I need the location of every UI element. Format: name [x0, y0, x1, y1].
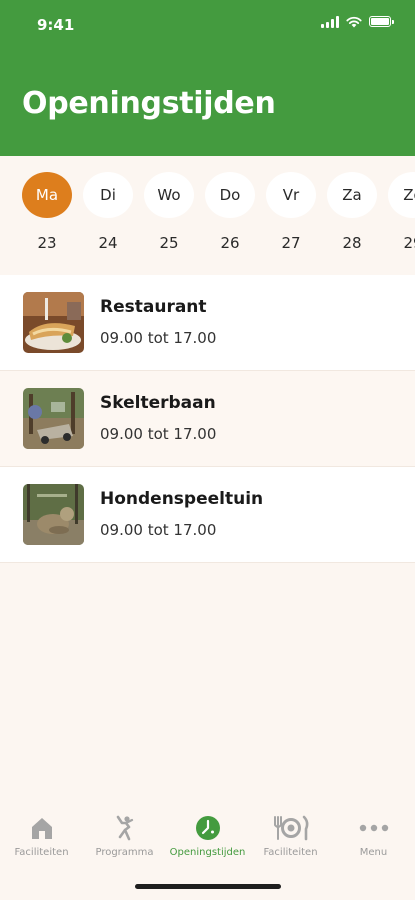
day-label: Zo: [388, 172, 415, 218]
status-time: 9:41: [37, 16, 75, 34]
app-header: 9:41 Openingstijden: [0, 0, 415, 156]
facility-name: Restaurant: [100, 297, 207, 317]
tab-label: Faciliteiten: [14, 847, 69, 858]
tab-label: Programma: [95, 847, 154, 858]
cutlery-icon: [273, 815, 308, 841]
day-date: 28: [342, 234, 362, 252]
tab-label: Faciliteiten: [263, 847, 318, 858]
status-icons: [321, 15, 394, 28]
day-date: 27: [281, 234, 301, 252]
day-date: 24: [98, 234, 118, 252]
figure-icon: [116, 815, 133, 841]
day-date: 25: [159, 234, 179, 252]
battery-icon: [369, 16, 394, 27]
list-item-restaurant[interactable]: Restaurant 09.00 tot 17.00: [0, 275, 415, 371]
day-label: Vr: [266, 172, 316, 218]
day-friday[interactable]: Vr 27: [266, 172, 316, 252]
home-icon: [31, 818, 52, 839]
list-item-skelterbaan[interactable]: Skelterbaan 09.00 tot 17.00: [0, 371, 415, 467]
facility-list: Restaurant 09.00 tot 17.00 Skelterbaan 0…: [0, 275, 415, 563]
list-item-hondenspeeltuin[interactable]: Hondenspeeltuin 09.00 tot 17.00: [0, 467, 415, 563]
facility-name: Hondenspeeltuin: [100, 489, 264, 509]
tab-label: Menu: [359, 847, 388, 858]
day-selector: Ma 23 Di 24 Wo 25 Do 26 Vr 27 Za 28 Zo 2…: [0, 156, 415, 264]
tab-menu[interactable]: Menu: [332, 815, 415, 858]
tab-label: Openingstijden: [169, 847, 246, 858]
day-date: 29: [403, 234, 415, 252]
page-title: Openingstijden: [22, 86, 276, 121]
wifi-icon: [346, 16, 362, 27]
day-label: Wo: [144, 172, 194, 218]
facility-hours: 09.00 tot 17.00: [100, 521, 217, 539]
day-saturday[interactable]: Za 28: [327, 172, 377, 252]
tab-faciliteiten-restaurant[interactable]: Faciliteiten: [249, 815, 332, 858]
tab-openingstijden[interactable]: Openingstijden: [166, 815, 249, 858]
hondenspeeltuin-thumbnail: [23, 484, 84, 545]
day-monday[interactable]: Ma 23: [22, 172, 72, 252]
day-wednesday[interactable]: Wo 25: [144, 172, 194, 252]
day-label: Za: [327, 172, 377, 218]
skelterbaan-thumbnail: [23, 388, 84, 449]
day-date: 26: [220, 234, 240, 252]
facility-name: Skelterbaan: [100, 393, 216, 413]
day-label: Do: [205, 172, 255, 218]
day-sunday[interactable]: Zo 29: [388, 172, 415, 252]
tab-programma[interactable]: Programma: [83, 815, 166, 858]
home-indicator[interactable]: [135, 884, 281, 889]
day-date: 23: [37, 234, 57, 252]
restaurant-thumbnail: [23, 292, 84, 353]
cellular-signal-icon: [321, 15, 339, 28]
facility-hours: 09.00 tot 17.00: [100, 329, 217, 347]
facility-hours: 09.00 tot 17.00: [100, 425, 217, 443]
tab-faciliteiten[interactable]: Faciliteiten: [0, 815, 83, 858]
more-icon: [359, 824, 388, 832]
day-tuesday[interactable]: Di 24: [83, 172, 133, 252]
clock-icon: [195, 816, 220, 840]
day-label: Ma: [22, 172, 72, 218]
day-thursday[interactable]: Do 26: [205, 172, 255, 252]
day-label: Di: [83, 172, 133, 218]
